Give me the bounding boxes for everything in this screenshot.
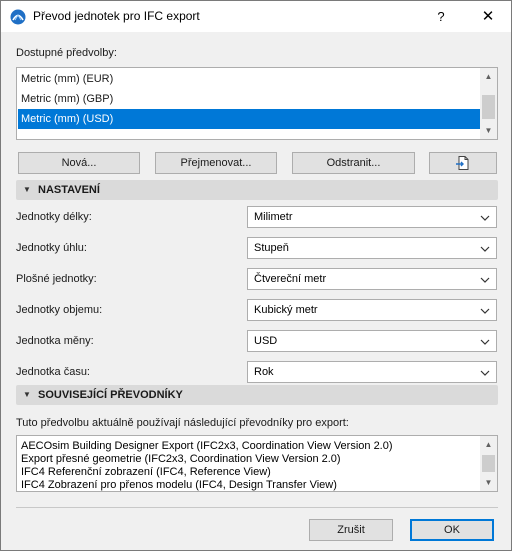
title-bar: Převod jednotek pro IFC export ? ✕: [1, 1, 511, 32]
settings-section-title: NASTAVENÍ: [38, 184, 100, 196]
currency-unit-select[interactable]: USD: [247, 330, 497, 352]
volume-units-select[interactable]: Kubický metr: [247, 299, 497, 321]
currency-unit-value: USD: [254, 335, 278, 347]
length-units-select[interactable]: Milimetr: [247, 206, 497, 228]
converter-item: AECOsim Building Designer Export (IFC2x3…: [21, 440, 393, 452]
converter-item: Export přesné geometrie (IFC2x3, Coordin…: [21, 453, 341, 465]
presets-scrollbar[interactable]: ▲ ▼: [480, 68, 497, 139]
new-preset-button[interactable]: Nová...: [18, 152, 140, 174]
converters-section-header[interactable]: ▼ SOUVISEJÍCÍ PŘEVODNÍKY: [16, 385, 498, 405]
preset-item-eur[interactable]: Metric (mm) (EUR): [18, 69, 480, 89]
footer-divider: [16, 507, 498, 508]
import-preset-button[interactable]: [429, 152, 497, 174]
dialog-window: Převod jednotek pro IFC export ? ✕ Dostu…: [0, 0, 512, 551]
chevron-down-icon: [480, 215, 490, 221]
chevron-down-icon: [480, 246, 490, 252]
presets-list[interactable]: Metric (mm) (EUR) Metric (mm) (GBP) Metr…: [16, 67, 498, 140]
converter-item: IFC4 Zobrazení pro přenos modelu (IFC4, …: [21, 479, 337, 491]
angle-units-value: Stupeň: [254, 242, 289, 254]
import-file-icon: [456, 156, 469, 170]
app-logo-icon: [10, 9, 26, 25]
scroll-up-arrow-icon[interactable]: ▲: [480, 436, 497, 453]
area-units-value: Čtvereční metr: [254, 273, 327, 285]
cancel-button[interactable]: Zrušit: [309, 519, 393, 541]
chevron-down-icon: [480, 308, 490, 314]
chevron-down-icon: [480, 339, 490, 345]
scroll-thumb[interactable]: [482, 455, 495, 472]
scroll-down-arrow-icon[interactable]: ▼: [480, 122, 497, 139]
time-unit-label: Jednotka času:: [16, 366, 90, 378]
currency-unit-label: Jednotka měny:: [16, 335, 94, 347]
preset-item-usd[interactable]: Metric (mm) (USD): [18, 109, 480, 129]
window-title: Převod jednotek pro IFC export: [33, 9, 200, 23]
close-button[interactable]: ✕: [471, 5, 505, 29]
scroll-down-arrow-icon[interactable]: ▼: [480, 474, 497, 491]
settings-section-header[interactable]: ▼ NASTAVENÍ: [16, 180, 498, 200]
angle-units-select[interactable]: Stupeň: [247, 237, 497, 259]
converters-scrollbar[interactable]: ▲ ▼: [480, 436, 497, 491]
chevron-down-icon: [480, 277, 490, 283]
delete-preset-button[interactable]: Odstranit...: [292, 152, 415, 174]
preset-item-gbp[interactable]: Metric (mm) (GBP): [18, 89, 480, 109]
converters-section-title: SOUVISEJÍCÍ PŘEVODNÍKY: [38, 389, 183, 401]
collapse-triangle-icon: ▼: [23, 185, 31, 194]
area-units-select[interactable]: Čtvereční metr: [247, 268, 497, 290]
scroll-thumb[interactable]: [482, 95, 495, 119]
converters-description: Tuto předvolbu aktuálně používají násled…: [16, 417, 349, 429]
volume-units-label: Jednotky objemu:: [16, 304, 103, 316]
volume-units-value: Kubický metr: [254, 304, 318, 316]
presets-label: Dostupné předvolby:: [16, 47, 117, 59]
time-unit-value: Rok: [254, 366, 274, 378]
time-unit-select[interactable]: Rok: [247, 361, 497, 383]
chevron-down-icon: [480, 370, 490, 376]
collapse-triangle-icon: ▼: [23, 390, 31, 399]
angle-units-label: Jednotky úhlu:: [16, 242, 87, 254]
help-button[interactable]: ?: [426, 5, 456, 29]
length-units-value: Milimetr: [254, 211, 293, 223]
ok-button[interactable]: OK: [410, 519, 494, 541]
length-units-label: Jednotky délky:: [16, 211, 92, 223]
converters-list[interactable]: AECOsim Building Designer Export (IFC2x3…: [16, 435, 498, 492]
area-units-label: Plošné jednotky:: [16, 273, 97, 285]
rename-preset-button[interactable]: Přejmenovat...: [155, 152, 277, 174]
converter-item: IFC4 Referenční zobrazení (IFC4, Referen…: [21, 466, 271, 478]
scroll-up-arrow-icon[interactable]: ▲: [480, 68, 497, 85]
